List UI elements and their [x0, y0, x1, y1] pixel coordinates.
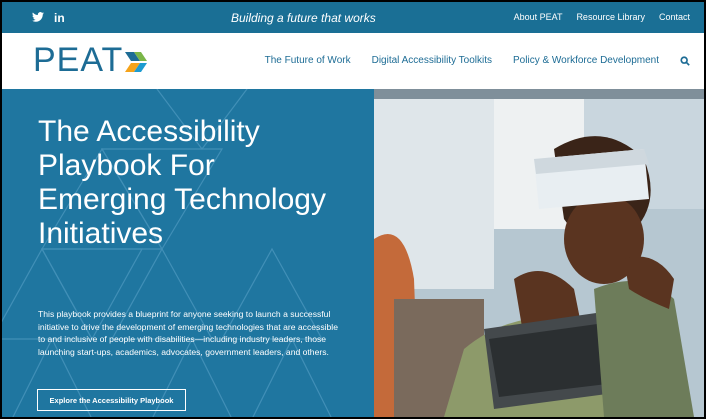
- hero-photo: [374, 89, 704, 417]
- hero-text-panel: The Accessibility Playbook For Emerging …: [2, 89, 374, 417]
- twitter-icon[interactable]: [32, 11, 44, 25]
- link-about-peat[interactable]: About PEAT: [514, 12, 563, 22]
- search-icon[interactable]: [680, 55, 690, 66]
- linkedin-icon[interactable]: in: [54, 11, 65, 25]
- hero-description: This playbook provides a blueprint for a…: [38, 309, 339, 357]
- social-links: in: [32, 11, 65, 25]
- page-frame: in Building a future that works About PE…: [2, 2, 704, 417]
- nav-future-of-work[interactable]: The Future of Work: [265, 55, 351, 66]
- site-header: PEAT The Future of Work Digital Accessib…: [2, 33, 704, 89]
- hero-banner: The Accessibility Playbook For Emerging …: [2, 89, 704, 417]
- vr-headset-person-photo: [374, 89, 704, 417]
- main-nav: The Future of Work Digital Accessibility…: [265, 55, 690, 66]
- hero-title: The Accessibility Playbook For Emerging …: [38, 115, 326, 250]
- site-tagline: Building a future that works: [231, 11, 376, 25]
- explore-playbook-button[interactable]: Explore the Accessibility Playbook: [37, 389, 186, 411]
- top-bar: in Building a future that works About PE…: [2, 2, 704, 33]
- logo-arrow-mark: [125, 51, 148, 72]
- peat-logo[interactable]: PEAT: [33, 41, 151, 80]
- logo-text: PEAT: [33, 41, 124, 79]
- nav-policy-workforce-development[interactable]: Policy & Workforce Development: [513, 55, 659, 66]
- link-resource-library[interactable]: Resource Library: [576, 12, 645, 22]
- link-contact[interactable]: Contact: [659, 12, 690, 22]
- nav-digital-accessibility-toolkits[interactable]: Digital Accessibility Toolkits: [372, 55, 492, 66]
- utility-nav: About PEAT Resource Library Contact: [514, 12, 690, 22]
